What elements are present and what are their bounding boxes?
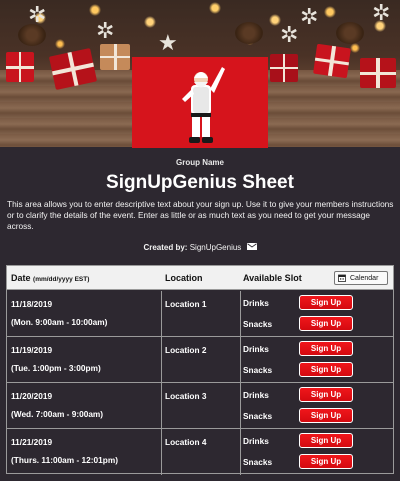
description-text: This area allows you to enter descriptiv… xyxy=(7,199,394,232)
row-location: Location 4 xyxy=(165,437,207,447)
slot-item: Drinks xyxy=(243,436,269,446)
slot-item: Snacks xyxy=(243,319,273,329)
slot-item: Snacks xyxy=(243,365,273,375)
gift-decoration xyxy=(270,54,298,82)
envelope-icon[interactable] xyxy=(246,243,257,250)
santa-photo xyxy=(132,57,268,148)
row-time: (Mon. 9:00am - 10:00am) xyxy=(11,317,108,327)
table-row: 11/20/2019 (Wed. 7:00am - 9:00am) Locati… xyxy=(7,383,393,429)
row-date: 11/20/2019 xyxy=(11,391,53,401)
slot-item: Drinks xyxy=(243,390,269,400)
star-decoration: ✲ xyxy=(96,18,115,43)
page-title: SignUpGenius Sheet xyxy=(106,172,294,193)
sign-up-button[interactable]: Sign Up xyxy=(299,454,353,469)
column-date: Date (mm/dd/yyyy EST) xyxy=(11,273,89,283)
sign-up-button[interactable]: Sign Up xyxy=(299,387,353,402)
table-row: 11/18/2019 (Mon. 9:00am - 10:00am) Locat… xyxy=(7,291,393,337)
slot-item: Snacks xyxy=(243,411,273,421)
santa-figure xyxy=(182,67,225,143)
pinecone-decoration xyxy=(235,22,263,44)
row-date: 11/21/2019 xyxy=(11,437,53,447)
table-header: Date (mm/dd/yyyy EST) Location Available… xyxy=(7,266,393,290)
signup-table: Date (mm/dd/yyyy EST) Location Available… xyxy=(6,265,394,475)
row-time: (Tue. 1:00pm - 3:00pm) xyxy=(11,363,101,373)
star-decoration: ✲ xyxy=(372,0,391,25)
column-slot: Available Slot xyxy=(243,273,302,283)
calendar-button-label: Calendar xyxy=(350,274,379,282)
column-date-label: Date xyxy=(11,273,31,283)
gift-decoration xyxy=(100,44,130,70)
calendar-button[interactable]: Calendar xyxy=(334,271,388,285)
gift-decoration xyxy=(313,43,351,79)
created-by-name[interactable]: SignUpGenius xyxy=(190,243,242,252)
pinecone-decoration xyxy=(336,22,364,44)
slot-item: Drinks xyxy=(243,344,269,354)
row-location: Location 1 xyxy=(165,299,207,309)
star-decoration: ★ xyxy=(158,30,178,55)
table-row: 11/21/2019 (Thurs. 11:00am - 12:01pm) Lo… xyxy=(7,429,393,475)
star-decoration: ✲ xyxy=(300,4,319,29)
gift-decoration xyxy=(6,52,34,82)
sign-up-button[interactable]: Sign Up xyxy=(299,316,353,331)
row-location: Location 3 xyxy=(165,391,207,401)
pinecone-decoration xyxy=(18,24,46,46)
row-time: (Thurs. 11:00am - 12:01pm) xyxy=(11,455,118,465)
table-row: 11/19/2019 (Tue. 1:00pm - 3:00pm) Locati… xyxy=(7,337,393,383)
column-date-hint: (mm/dd/yyyy EST) xyxy=(33,276,90,283)
row-date: 11/19/2019 xyxy=(11,345,53,355)
row-date: 11/18/2019 xyxy=(11,299,53,309)
sign-up-button[interactable]: Sign Up xyxy=(299,341,353,356)
row-time: (Wed. 7:00am - 9:00am) xyxy=(11,409,104,419)
row-location: Location 2 xyxy=(165,345,207,355)
calendar-icon xyxy=(338,274,346,282)
star-decoration: ✲ xyxy=(28,2,47,27)
slot-item: Drinks xyxy=(243,298,269,308)
sign-up-button[interactable]: Sign Up xyxy=(299,362,353,377)
sign-up-button[interactable]: Sign Up xyxy=(299,295,353,310)
column-location: Location xyxy=(165,273,203,283)
slot-item: Snacks xyxy=(243,457,273,467)
created-by: Created by: SignUpGenius xyxy=(0,243,400,252)
sign-up-button[interactable]: Sign Up xyxy=(299,408,353,423)
star-decoration: ✲ xyxy=(280,22,299,47)
group-name: Group Name xyxy=(175,158,224,167)
gift-decoration xyxy=(360,58,396,88)
created-by-label: Created by: xyxy=(143,243,188,252)
sign-up-button[interactable]: Sign Up xyxy=(299,433,353,448)
